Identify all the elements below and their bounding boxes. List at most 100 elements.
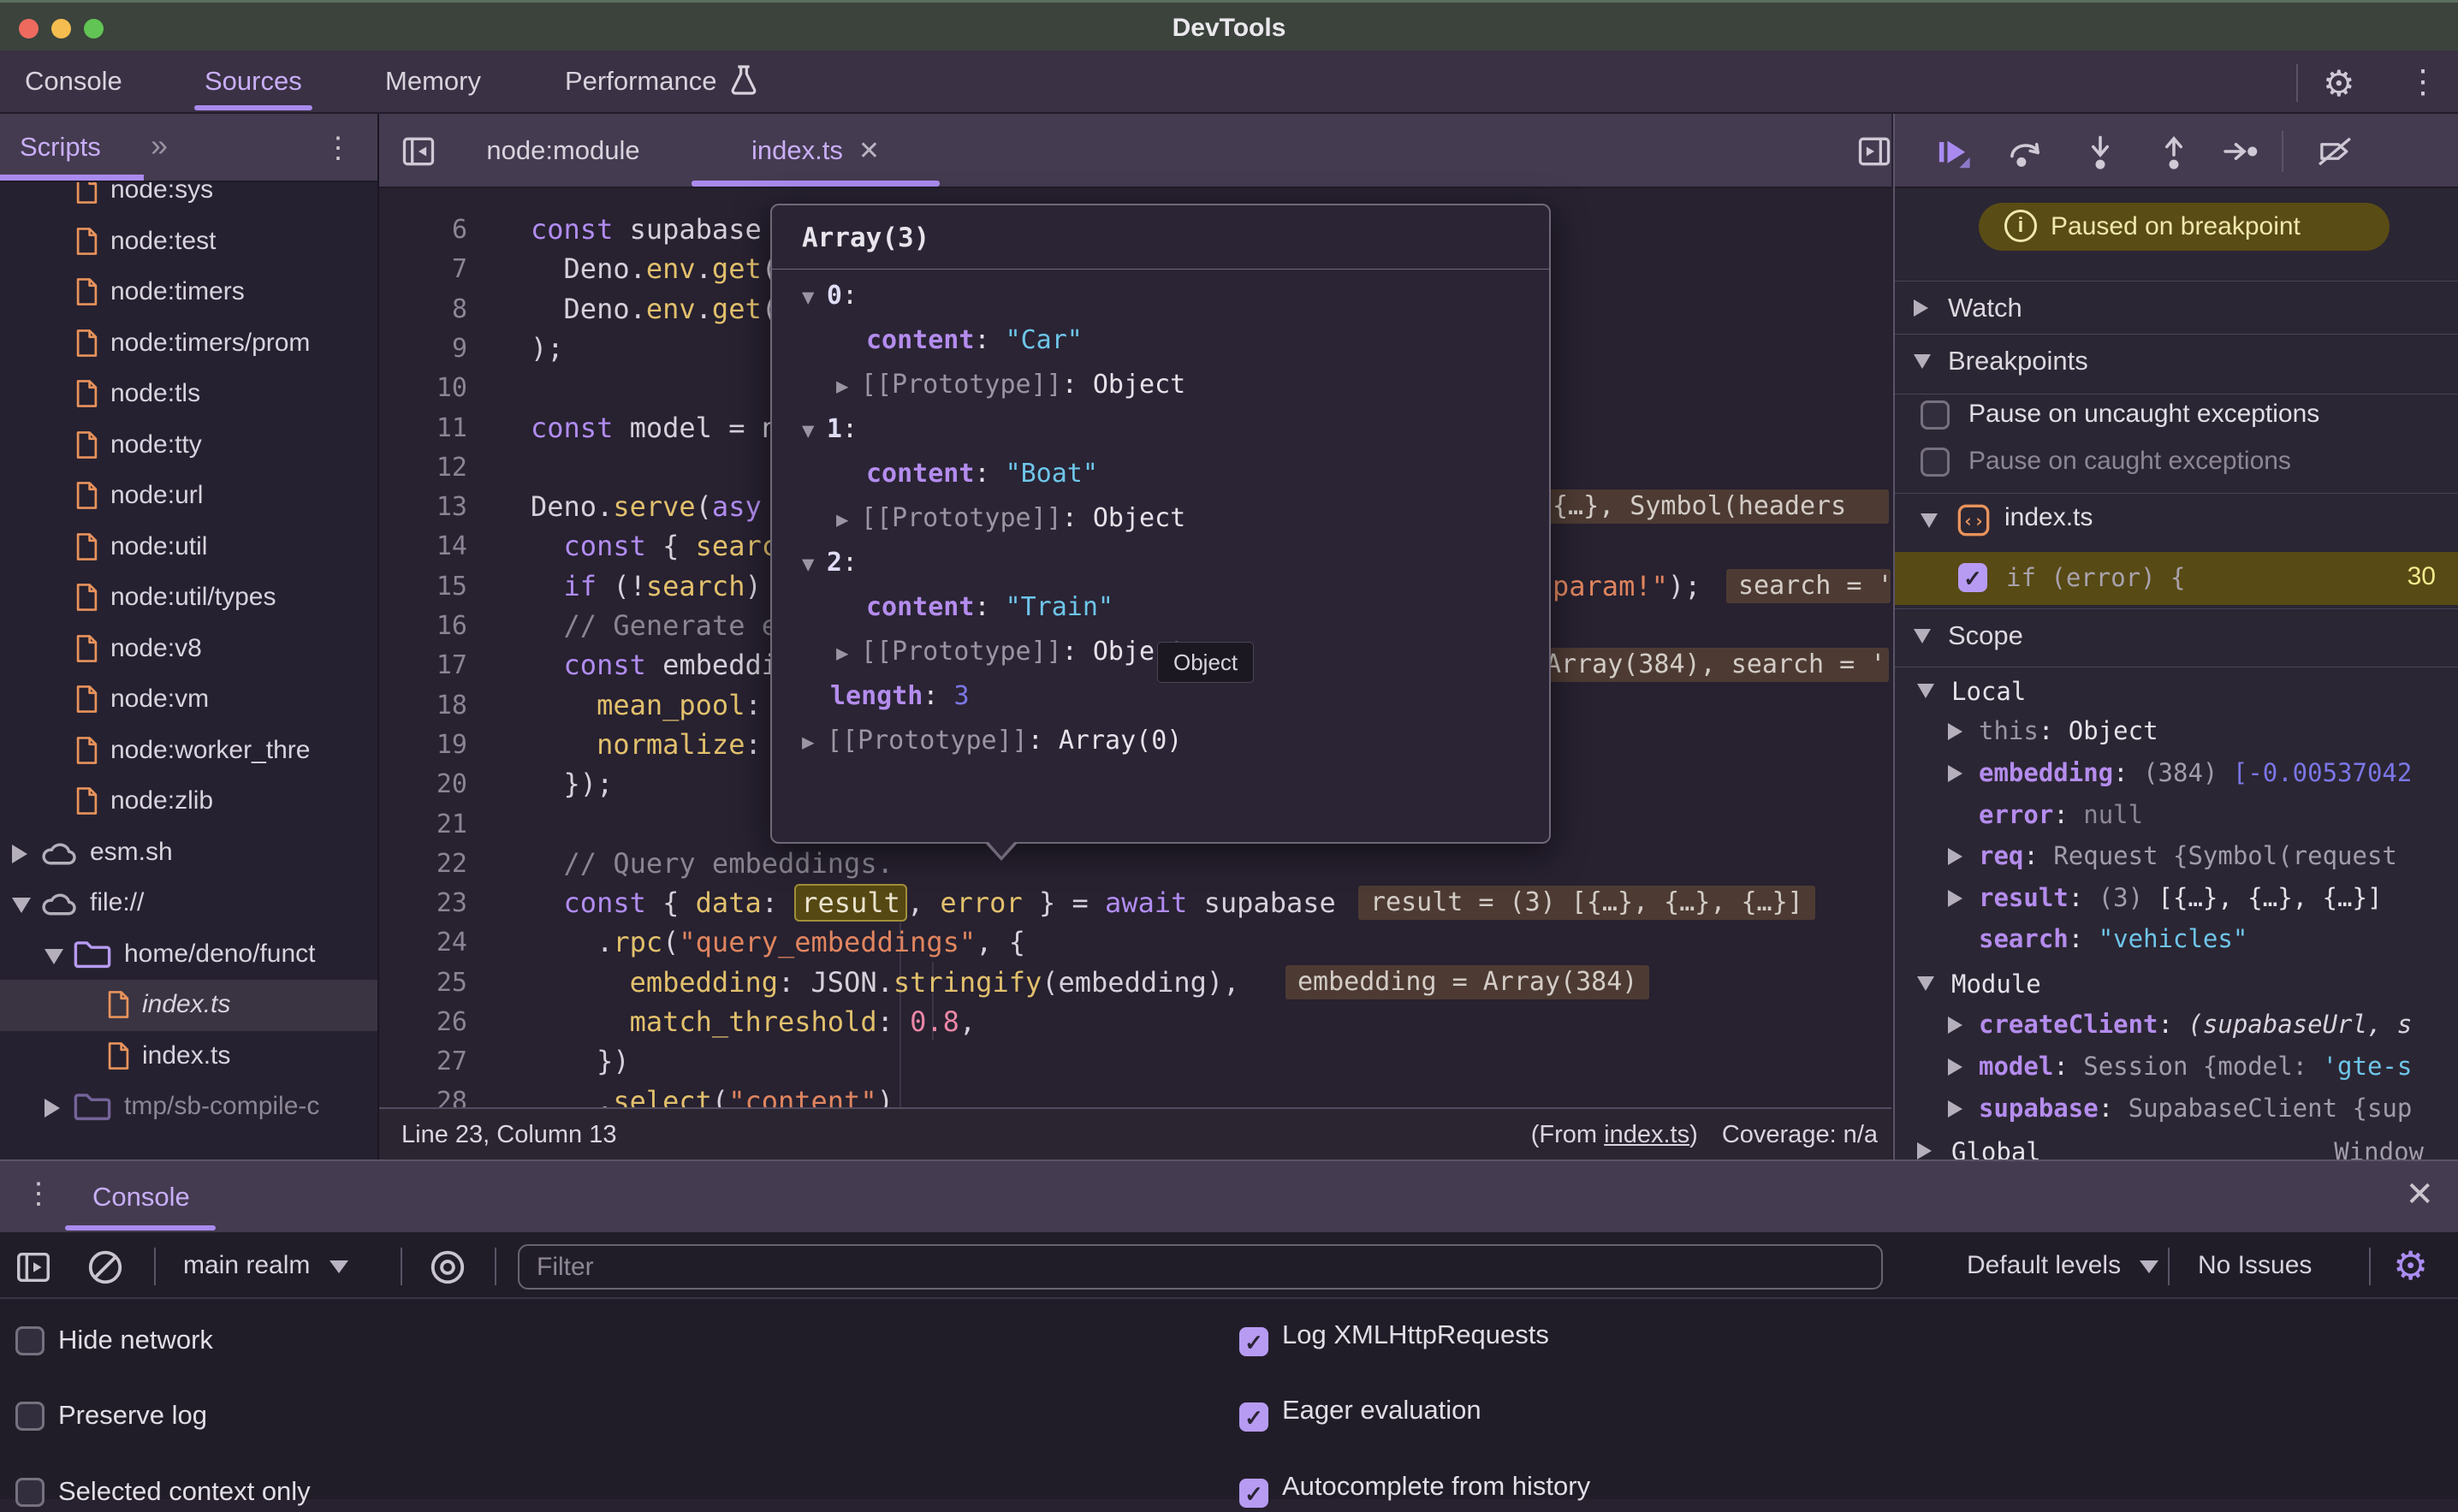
popup-array-index[interactable]: ▼ 1: (772, 407, 1579, 452)
chevron-collapsed-icon[interactable] (1914, 299, 1928, 317)
chevron-expanded-icon[interactable] (45, 949, 63, 964)
line-number[interactable]: 13 (379, 487, 467, 527)
show-debugger-panel-icon[interactable] (1855, 133, 1893, 170)
line-number[interactable]: 15 (379, 566, 467, 607)
tree-item-node-worker-thre[interactable]: node:worker_thre (0, 726, 377, 777)
editor-tab-node-module[interactable]: node:module (452, 114, 674, 187)
breakpoint-checkbox[interactable]: ✓ (1958, 563, 1987, 592)
scope-section-global[interactable]: GlobalWindow (1895, 1132, 2458, 1159)
tree-item-file-[interactable]: file:// (0, 878, 377, 929)
tree-item-node-timers-prom[interactable]: node:timers/prom (0, 318, 377, 370)
line-number[interactable]: 19 (379, 725, 467, 765)
chevron-collapsed-icon[interactable] (1948, 1058, 1962, 1076)
line-number[interactable]: 12 (379, 448, 467, 488)
console-filter-input[interactable] (518, 1244, 1883, 1290)
setting-log-xmlhttprequests[interactable]: ✓Log XMLHttpRequests (1239, 1323, 1549, 1361)
deactivate-breakpoints-icon[interactable] (2316, 133, 2354, 170)
line-number[interactable]: 20 (379, 764, 467, 804)
chevron-collapsed-icon[interactable] (1948, 1100, 1962, 1118)
scope-variable-error[interactable]: error: null (1895, 797, 2458, 839)
scope-variable-this[interactable]: this: Object (1895, 713, 2458, 755)
line-number[interactable]: 6 (379, 210, 467, 250)
tree-item-node-vm[interactable]: node:vm (0, 674, 377, 726)
chevron-expanded-icon[interactable] (1917, 684, 1934, 698)
more-tabs-chevrons-icon[interactable]: » (151, 127, 161, 163)
tree-item-index-ts[interactable]: index.ts (0, 980, 377, 1031)
line-number[interactable]: 22 (379, 844, 467, 884)
settings-gear-icon[interactable]: ⚙ (2323, 62, 2355, 104)
console-settings-gear-icon[interactable]: ⚙ (2393, 1242, 2428, 1289)
chevron-expanded-icon[interactable] (1914, 354, 1931, 369)
checkbox[interactable] (1921, 448, 1950, 477)
step-over-icon[interactable] (2006, 133, 2044, 170)
line-number[interactable]: 18 (379, 685, 467, 726)
popup-prototype[interactable]: ▶ [[Prototype]]: Object (772, 363, 1613, 407)
scope-section-local[interactable]: Local (1895, 672, 2458, 713)
popup-array-index[interactable]: ▼ 0: (772, 274, 1579, 318)
chevron-collapsed-icon[interactable] (1948, 765, 1962, 782)
line-number[interactable]: 7 (379, 249, 467, 289)
tree-item-node-v8[interactable]: node:v8 (0, 624, 377, 675)
checkbox[interactable] (15, 1478, 45, 1507)
close-tab-icon[interactable]: ✕ (858, 137, 880, 165)
setting-preserve-log[interactable]: Preserve log (15, 1398, 207, 1436)
tree-item-home-deno-funct[interactable]: home/deno/funct (0, 929, 377, 981)
line-number[interactable]: 17 (379, 645, 467, 685)
line-number[interactable]: 25 (379, 963, 467, 1003)
tab-memory[interactable]: Memory (385, 50, 481, 112)
checkbox[interactable] (15, 1326, 45, 1355)
section-header-breakpoints[interactable]: Breakpoints (1895, 335, 2458, 388)
tree-item-node-timers[interactable]: node:timers (0, 267, 377, 318)
tree-item-node-test[interactable]: node:test (0, 216, 377, 268)
line-number[interactable]: 28 (379, 1082, 467, 1107)
line-number[interactable]: 26 (379, 1002, 467, 1042)
tab-console[interactable]: Console (25, 50, 122, 112)
breakpoint-group[interactable]: ‹›index.ts (1895, 496, 2458, 549)
setting-hide-network[interactable]: Hide network (15, 1323, 213, 1361)
line-number[interactable]: 10 (379, 368, 467, 408)
popup-prototype[interactable]: ▶ [[Prototype]]: Array(0) (772, 719, 1579, 763)
popup-prototype[interactable]: ▶ [[Prototype]]: Object (772, 496, 1613, 541)
checkbox-row-pause-on-uncaught-exceptions[interactable]: Pause on uncaught exceptions (1895, 395, 2458, 442)
popup-array-index[interactable]: ▼ 2: (772, 541, 1579, 585)
scope-variable-req[interactable]: req: Request {Symbol(request (1895, 838, 2458, 880)
setting-selected-context-only[interactable]: Selected context only (15, 1474, 311, 1512)
line-number[interactable]: 23 (379, 883, 467, 923)
checkbox[interactable]: ✓ (1239, 1327, 1268, 1356)
line-number[interactable]: 14 (379, 526, 467, 566)
line-number[interactable]: 27 (379, 1041, 467, 1082)
tab-console-drawer[interactable]: Console (92, 1161, 190, 1232)
hide-navigator-icon[interactable] (400, 133, 437, 170)
section-header-scope[interactable]: Scope (1895, 610, 2458, 663)
scope-variable-search[interactable]: search: "vehicles" (1895, 921, 2458, 963)
line-number[interactable]: 11 (379, 408, 467, 448)
chevron-collapsed-icon[interactable] (1917, 1142, 1932, 1159)
step-out-icon[interactable] (2155, 133, 2193, 170)
checkbox[interactable]: ✓ (1239, 1479, 1268, 1508)
chevron-collapsed-icon[interactable] (1948, 890, 1962, 907)
scope-variable-result[interactable]: result: (3) [{…}, {…}, {…}] (1895, 880, 2458, 922)
tree-item-node-tls[interactable]: node:tls (0, 369, 377, 420)
step-icon[interactable] (2222, 133, 2259, 170)
scope-variable-model[interactable]: model: Session {model: 'gte-s (1895, 1048, 2458, 1090)
chevron-expanded-icon[interactable] (1914, 629, 1931, 643)
checkbox[interactable] (15, 1402, 45, 1431)
execution-context-selector[interactable]: main realm (183, 1234, 348, 1297)
chevron-expanded-icon[interactable] (1921, 513, 1938, 528)
scope-section-module[interactable]: Module (1895, 964, 2458, 1005)
chevron-expanded-icon[interactable] (1917, 976, 1934, 991)
checkbox-row-pause-on-caught-exceptions[interactable]: Pause on caught exceptions (1895, 442, 2458, 489)
setting-autocomplete-from-history[interactable]: ✓Autocomplete from history (1239, 1474, 1590, 1512)
step-into-icon[interactable] (2081, 133, 2119, 170)
tree-item-index-ts[interactable]: index.ts (0, 1031, 377, 1082)
tree-item-node-tty[interactable]: node:tty (0, 420, 377, 471)
tab-scripts[interactable]: Scripts (20, 114, 101, 181)
chevron-expanded-icon[interactable] (12, 898, 31, 913)
tree-item-node-url[interactable]: node:url (0, 471, 377, 522)
line-number[interactable]: 24 (379, 922, 467, 963)
console-sidebar-icon[interactable] (14, 1248, 53, 1287)
scope-variable-embedding[interactable]: embedding: (384) [-0.00537042 (1895, 755, 2458, 797)
line-number[interactable]: 16 (379, 606, 467, 646)
tree-item-node-util[interactable]: node:util (0, 522, 377, 573)
live-expression-eye-icon[interactable] (428, 1248, 467, 1287)
